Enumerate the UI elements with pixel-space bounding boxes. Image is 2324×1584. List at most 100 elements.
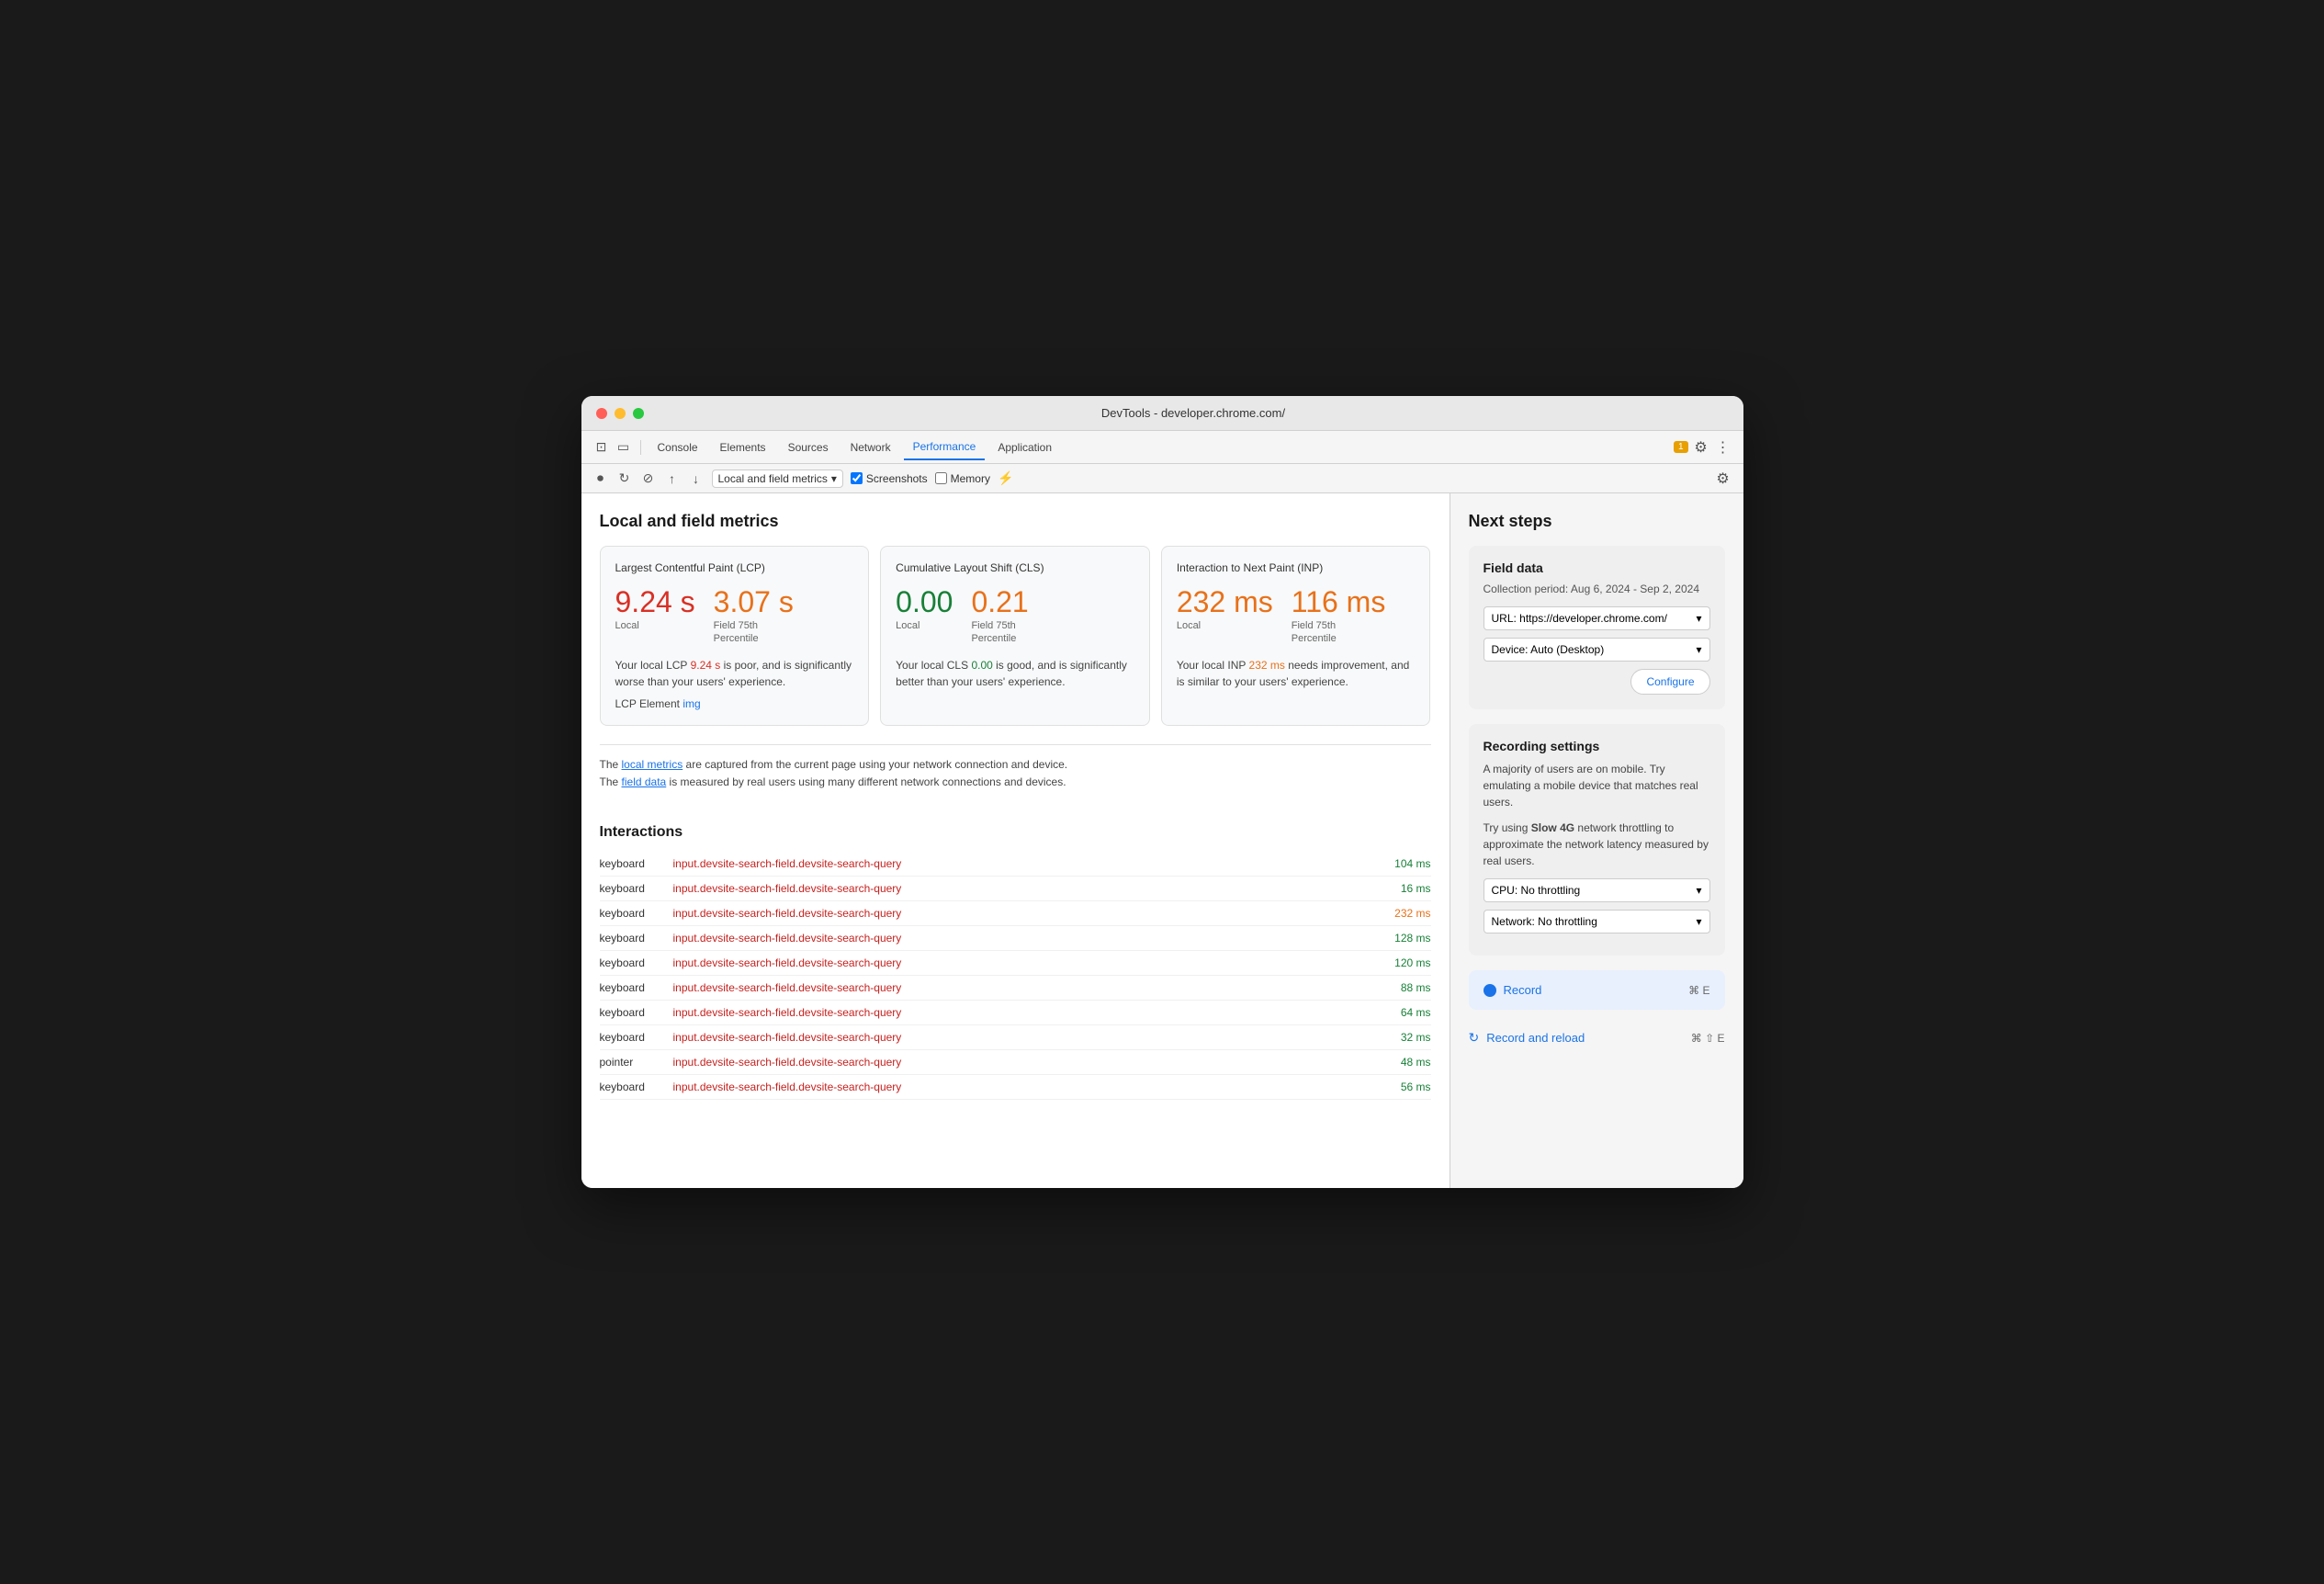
inp-field-value: 116 ms [1292,585,1386,619]
screenshots-checkbox[interactable] [851,472,863,484]
recording-text1: A majority of users are on mobile. Try e… [1484,761,1710,810]
inp-field-block: 116 ms Field 75thPercentile [1292,585,1386,646]
tab-performance[interactable]: Performance [904,435,986,460]
settings-icon-sub[interactable]: ⚙ [1714,470,1732,488]
download-icon[interactable]: ↓ [688,470,705,487]
screenshots-checkbox-label[interactable]: Screenshots [851,472,928,485]
cpu-label: CPU: No throttling [1492,884,1581,897]
interaction-row[interactable]: pointer input.devsite-search-field.devsi… [600,1050,1431,1075]
tab-elements[interactable]: Elements [711,436,775,459]
inp-card: Interaction to Next Paint (INP) 232 ms L… [1161,546,1431,726]
interaction-row[interactable]: keyboard input.devsite-search-field.devs… [600,976,1431,1001]
main-panel: Local and field metrics Largest Contentf… [581,493,1450,1188]
sub-toolbar: ⏺ ↻ ⊘ ↑ ↓ Local and field metrics ▾ Scre… [581,464,1743,493]
recording-text2: Try using Slow 4G network throttling to … [1484,820,1710,869]
network-label: Network: No throttling [1492,915,1597,928]
memory-label: Memory [951,472,990,485]
record-reload-shortcut: ⌘ ⇧ E [1691,1032,1725,1045]
view-dropdown-label: Local and field metrics [718,472,828,485]
device-icon[interactable]: ▭ [615,438,633,457]
record-shortcut: ⌘ E [1688,984,1709,997]
configure-button[interactable]: Configure [1630,669,1709,695]
cls-local-value: 0.00 [896,585,953,619]
recording-settings-section: Recording settings A majority of users a… [1469,724,1725,956]
chevron-down-icon: ▾ [1696,915,1701,928]
cls-description: Your local CLS 0.00 is good, and is sign… [896,657,1134,690]
interaction-row[interactable]: keyboard input.devsite-search-field.devs… [600,1025,1431,1050]
inp-local-label: Local [1177,619,1273,632]
configure-btn-container: Configure [1484,669,1710,695]
screenshots-label: Screenshots [866,472,928,485]
url-dropdown[interactable]: URL: https://developer.chrome.com/ ▾ [1484,606,1710,630]
chevron-down-icon: ▾ [831,472,837,485]
lcp-local-label: Local [615,619,695,632]
more-icon[interactable]: ⋮ [1714,438,1732,457]
cls-field-block: 0.21 Field 75thPercentile [971,585,1028,646]
cls-local-label: Local [896,619,953,632]
tab-console[interactable]: Console [649,436,707,459]
local-metrics-link[interactable]: local metrics [622,758,683,771]
inspect-icon[interactable]: ⊡ [592,438,611,457]
record-reload-label: Record and reload [1486,1031,1585,1045]
content-area: Local and field metrics Largest Contentf… [581,493,1743,1188]
record-label: Record [1504,983,1542,997]
interaction-row[interactable]: keyboard input.devsite-search-field.devs… [600,1075,1431,1100]
collection-period: Collection period: Aug 6, 2024 - Sep 2, … [1484,583,1710,595]
cpu-dropdown[interactable]: CPU: No throttling ▾ [1484,878,1710,902]
memory-checkbox-label[interactable]: Memory [935,472,990,485]
lcp-card: Largest Contentful Paint (LCP) 9.24 s Lo… [600,546,870,726]
metrics-grid: Largest Contentful Paint (LCP) 9.24 s Lo… [600,546,1431,726]
reload-icon[interactable]: ↻ [616,470,633,487]
interactions-list: keyboard input.devsite-search-field.devs… [600,852,1431,1100]
memory-checkbox[interactable] [935,472,947,484]
info-text: The local metrics are captured from the … [600,744,1431,802]
tab-sources[interactable]: Sources [779,436,838,459]
settings-icon[interactable]: ⚙ [1692,438,1710,457]
interaction-row[interactable]: keyboard input.devsite-search-field.devs… [600,852,1431,877]
lcp-description: Your local LCP 9.24 s is poor, and is si… [615,657,854,690]
maximize-button[interactable] [633,408,644,419]
device-dropdown[interactable]: Device: Auto (Desktop) ▾ [1484,638,1710,662]
interaction-row[interactable]: keyboard input.devsite-search-field.devs… [600,901,1431,926]
chevron-down-icon: ▾ [1696,612,1701,625]
interaction-row[interactable]: keyboard input.devsite-search-field.devs… [600,1001,1431,1025]
cls-card: Cumulative Layout Shift (CLS) 0.00 Local… [880,546,1150,726]
field-data-link[interactable]: field data [622,775,667,788]
interactions-title: Interactions [600,824,1431,841]
inp-values: 232 ms Local 116 ms Field 75thPercentile [1177,585,1416,646]
lcp-element: LCP Element img [615,697,854,710]
url-dropdown-label: URL: https://developer.chrome.com/ [1492,612,1667,625]
record-section[interactable]: Record ⌘ E [1469,970,1725,1010]
record-button[interactable]: Record [1484,983,1542,997]
interaction-row[interactable]: keyboard input.devsite-search-field.devs… [600,877,1431,901]
lcp-local-value: 9.24 s [615,585,695,619]
interaction-row[interactable]: keyboard input.devsite-search-field.devs… [600,926,1431,951]
field-data-section: Field data Collection period: Aug 6, 202… [1469,546,1725,709]
right-panel: Next steps Field data Collection period:… [1450,493,1743,1188]
lcp-values: 9.24 s Local 3.07 s Field 75thPercentile [615,585,854,646]
devtools-window: DevTools - developer.chrome.com/ ⊡ ▭ Con… [581,396,1743,1188]
cls-values: 0.00 Local 0.21 Field 75thPercentile [896,585,1134,646]
interaction-row[interactable]: keyboard input.devsite-search-field.devs… [600,951,1431,976]
cpu-throttle-row: CPU: No throttling ▾ [1484,878,1710,902]
cls-title: Cumulative Layout Shift (CLS) [896,561,1134,574]
lcp-field-value: 3.07 s [714,585,794,619]
clear-icon[interactable]: ⊘ [640,470,657,487]
record-icon[interactable]: ⏺ [592,470,609,487]
record-reload-button[interactable]: ↻ Record and reload [1469,1030,1585,1046]
tab-network[interactable]: Network [841,436,900,459]
minimize-button[interactable] [615,408,626,419]
record-reload-section: ↻ Record and reload ⌘ ⇧ E [1469,1021,1725,1055]
close-button[interactable] [596,408,607,419]
chevron-down-icon: ▾ [1696,884,1701,897]
tab-bar: ⊡ ▭ Console Elements Sources Network Per… [581,431,1743,464]
network-dropdown[interactable]: Network: No throttling ▾ [1484,910,1710,933]
tab-application[interactable]: Application [988,436,1061,459]
cls-field-value: 0.21 [971,585,1028,619]
inp-local-block: 232 ms Local [1177,585,1273,632]
upload-icon[interactable]: ↑ [664,470,681,487]
view-dropdown[interactable]: Local and field metrics ▾ [712,470,843,488]
cpu-throttle-icon: ⚡ [998,470,1013,486]
notification-badge: 1 [1674,441,1688,453]
section-title: Local and field metrics [600,512,1431,531]
